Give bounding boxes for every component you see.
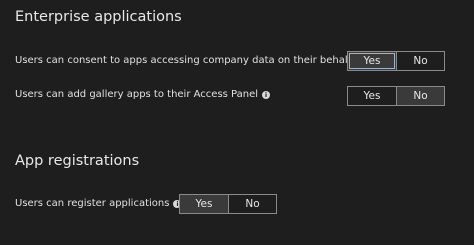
register-apps-toggle[interactable]: Yes No — [179, 194, 277, 214]
register-apps-yes-option[interactable]: Yes — [180, 195, 228, 213]
consent-toggle[interactable]: Yes No — [347, 51, 445, 71]
consent-no-option[interactable]: No — [396, 52, 444, 70]
gallery-apps-setting-label: Users can add gallery apps to their Acce… — [15, 89, 271, 100]
info-icon[interactable]: i — [262, 90, 271, 99]
register-apps-no-option[interactable]: No — [228, 195, 276, 213]
register-apps-setting-label: Users can register applications i — [15, 198, 182, 209]
gallery-apps-no-option[interactable]: No — [396, 87, 444, 105]
enterprise-applications-heading: Enterprise applications — [15, 9, 182, 25]
consent-setting-label: Users can consent to apps accessing comp… — [15, 55, 364, 66]
gallery-apps-toggle[interactable]: Yes No — [347, 86, 445, 106]
app-registrations-heading: App registrations — [15, 153, 140, 169]
settings-panel: Enterprise applications Users can consen… — [0, 0, 474, 245]
register-apps-setting-text: Users can register applications — [15, 198, 170, 209]
consent-yes-option[interactable]: Yes — [348, 52, 396, 70]
gallery-apps-yes-option[interactable]: Yes — [348, 87, 396, 105]
gallery-apps-setting-text: Users can add gallery apps to their Acce… — [15, 89, 259, 100]
consent-setting-text: Users can consent to apps accessing comp… — [15, 55, 352, 66]
